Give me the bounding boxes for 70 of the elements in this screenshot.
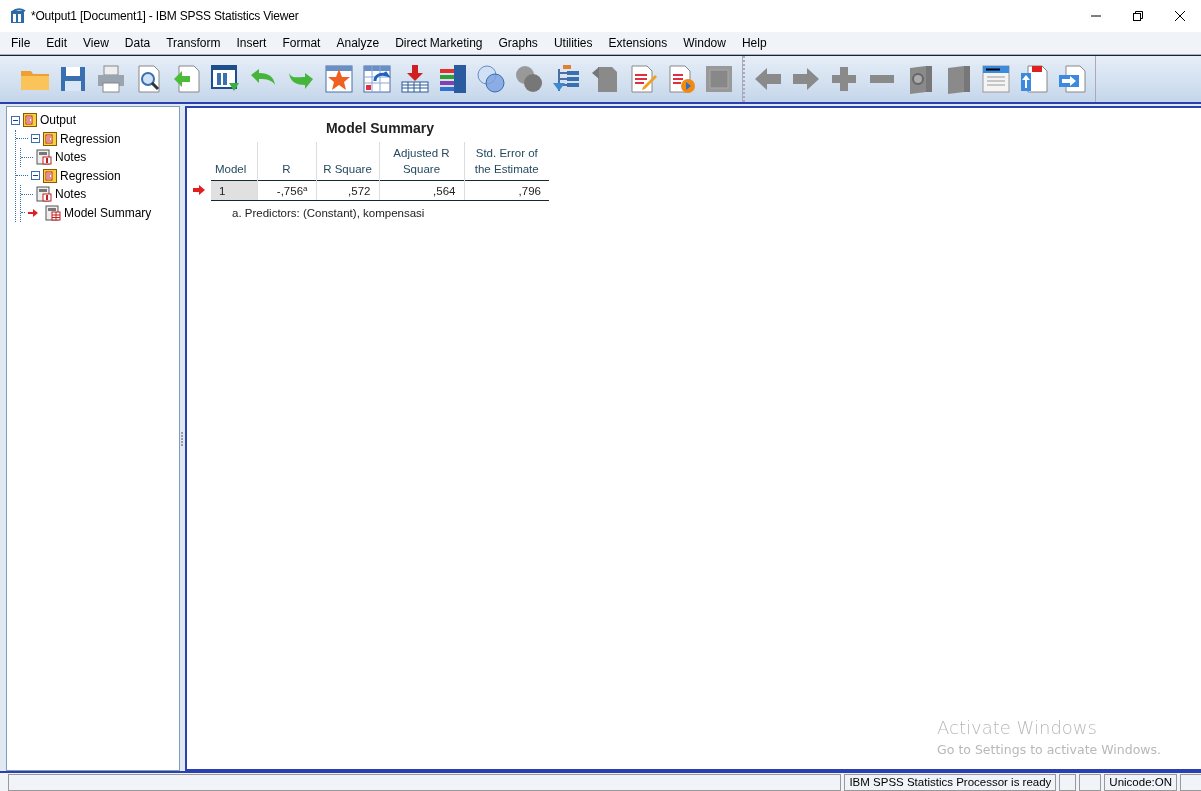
table-cell: ,572: [316, 180, 379, 201]
book-icon: [43, 131, 57, 146]
menu-item[interactable]: Graphs: [490, 36, 546, 50]
menu-item[interactable]: Utilities: [545, 36, 601, 50]
outline-item[interactable]: Regression: [60, 131, 121, 146]
app-icon: [10, 8, 26, 24]
status-panel: [1059, 774, 1077, 791]
menu-item[interactable]: Transform: [158, 36, 229, 50]
menu-item[interactable]: File: [3, 36, 39, 50]
printer-icon: [95, 63, 127, 95]
menu-item[interactable]: Format: [274, 36, 329, 50]
outline-item[interactable]: Notes: [55, 187, 87, 202]
document-right-arrow-icon: [1056, 63, 1088, 95]
book-icon: [43, 168, 57, 183]
table-title: Model Summary: [324, 120, 436, 136]
list-dropdown-button[interactable]: [979, 62, 1013, 96]
notes-icon: [36, 186, 52, 203]
column-header: Adjusted R Square: [379, 142, 464, 181]
star-grid-icon: [323, 63, 355, 95]
book-icon: [23, 113, 37, 128]
arrow-down-grid-button[interactable]: [398, 62, 432, 96]
collapse-toggle[interactable]: [31, 171, 40, 181]
grid-arrow-button[interactable]: [360, 62, 394, 96]
table-cell: ,564: [379, 180, 464, 201]
outline-item[interactable]: Regression: [60, 168, 121, 183]
circles-button[interactable]: [474, 62, 508, 96]
table-cell: 1: [211, 180, 257, 201]
minus-icon: [870, 75, 894, 83]
colored-bars-icon: [437, 63, 469, 95]
grid-arrow-icon: [361, 63, 393, 95]
window-title: *Output1 [Document1] - IBM SPSS Statistics Viewer: [31, 9, 300, 23]
table-cell: ,796: [464, 180, 549, 201]
collapse-toggle[interactable]: [31, 134, 40, 144]
shaded-circles-icon: [513, 63, 545, 95]
circles-icon: [475, 63, 507, 95]
menu-item[interactable]: Window: [675, 36, 734, 50]
notes-icon: [36, 149, 52, 166]
restore-icon: [1132, 10, 1144, 22]
activation-message: Go to Settings to activate Windows.: [937, 742, 1161, 757]
menu-item[interactable]: Analyze: [328, 36, 388, 50]
status-panel: [1180, 774, 1201, 791]
activation-title: Activate Windows: [937, 717, 1098, 738]
list-dropdown-icon: [980, 63, 1012, 95]
table-icon: [45, 204, 61, 221]
menu-item[interactable]: Insert: [228, 36, 275, 50]
status-panel: [1079, 774, 1102, 791]
document-up-arrow-icon: [1018, 63, 1050, 95]
square-frame-icon: [703, 63, 735, 95]
column-header: Model: [211, 142, 257, 181]
current-arrow-icon: [193, 185, 205, 195]
menu-item[interactable]: Edit: [38, 36, 76, 50]
column-header: R: [257, 142, 316, 181]
menu-item[interactable]: Data: [116, 36, 159, 50]
column-header: R Square: [316, 142, 379, 181]
column-header: Std. Error of the Estimate: [464, 142, 549, 181]
arrow-down-grid-icon: [399, 63, 431, 95]
menu-item[interactable]: View: [75, 36, 117, 50]
menu-item[interactable]: Direct Marketing: [387, 36, 491, 50]
star-grid-button[interactable]: [322, 62, 356, 96]
outline-item[interactable]: Notes: [55, 150, 87, 165]
collapse-toggle[interactable]: [11, 115, 20, 125]
outline-item[interactable]: Model Summary: [64, 205, 152, 220]
table-cell: -,756$^{a}$: [257, 180, 316, 201]
menu-item[interactable]: Help: [733, 36, 775, 50]
close-icon: [1174, 10, 1186, 22]
status-unicode: Unicode:ON: [1104, 774, 1177, 791]
status-message: IBM SPSS Statistics Processor is ready: [844, 774, 1057, 791]
table-footnote: a. Predictors: (Constant), kompensasi: [232, 207, 425, 219]
outline-item[interactable]: Output: [40, 113, 77, 128]
menu-item[interactable]: Extensions: [600, 36, 676, 50]
